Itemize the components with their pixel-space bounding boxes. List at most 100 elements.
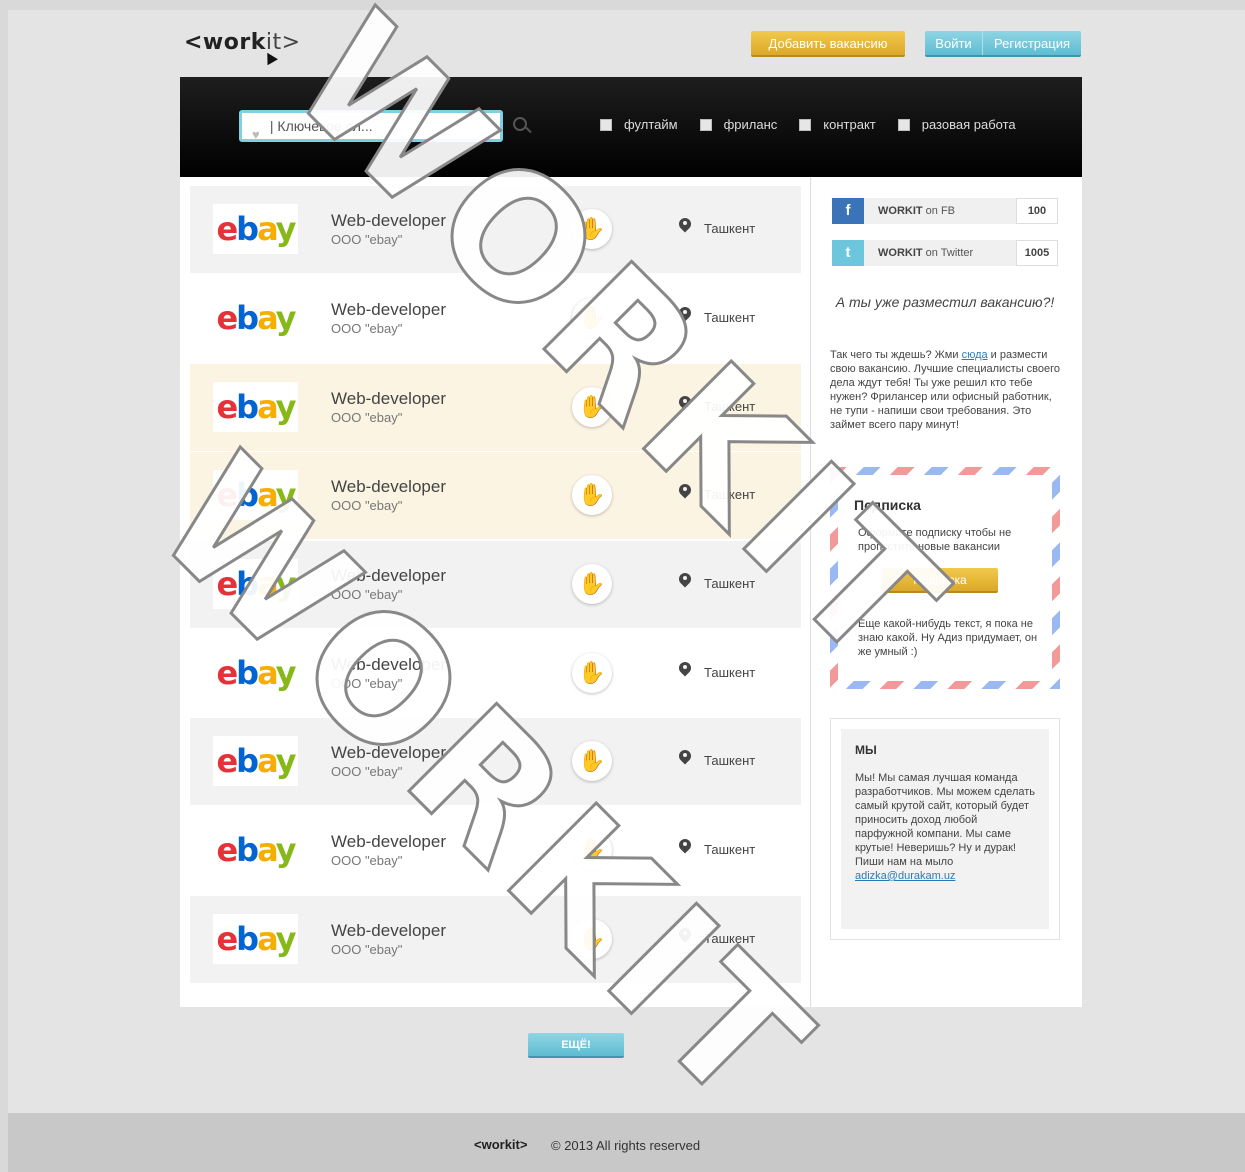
job-title[interactable]: Web-developer [331, 566, 446, 586]
job-title[interactable]: Web-developer [331, 300, 446, 320]
company-name: OOO "ebay" [331, 498, 403, 513]
company-name: OOO "ebay" [331, 410, 403, 425]
hand-icon[interactable]: ✋ [572, 298, 612, 338]
filter-label: фриланс [723, 117, 778, 132]
search-icon[interactable] [513, 117, 527, 131]
search-input[interactable]: ♥ | Ключевое сл... [239, 110, 503, 142]
checkbox[interactable] [600, 118, 612, 131]
column-divider [810, 177, 811, 1007]
job-city: Ташкент [704, 487, 756, 502]
location-pin-icon [679, 218, 691, 234]
location-pin-icon [679, 396, 691, 412]
location-pin-icon [679, 662, 691, 678]
twitter-icon: t [832, 240, 864, 266]
company-logo: ebay [213, 204, 298, 254]
job-city: Ташкент [704, 753, 756, 768]
checkbox[interactable] [897, 118, 910, 131]
job-city: Ташкент [704, 399, 756, 414]
company-logo: ebay [213, 825, 298, 875]
footer-logo[interactable]: <workit> [474, 1137, 527, 1152]
company-logo: ebay [213, 914, 298, 964]
search-placeholder: | Ключевое сл... [269, 118, 373, 134]
company-logo: ebay [213, 470, 298, 520]
job-row[interactable]: ebay Web-developer OOO "ebay" ✋ Ташкент [190, 896, 801, 983]
twitter-label: WORKIT on Twitter [864, 240, 1016, 266]
add-vacancy-button[interactable]: Добавить вакансию [751, 31, 905, 57]
logo-bold-text: <work [184, 30, 266, 55]
promo-text: Так чего ты ждешь? Жми сюда и размести с… [830, 349, 1060, 431]
facebook-icon: f [832, 198, 864, 224]
location-pin-icon [679, 928, 691, 944]
job-city: Ташкент [704, 576, 756, 591]
subscribe-title: Подписка [854, 497, 921, 513]
job-row[interactable]: ebay Web-developer OOO "ebay" ✋ Ташкент [190, 718, 801, 805]
filter-label: разовая работа [921, 117, 1016, 132]
filter-fulltime[interactable]: фултайм [600, 117, 678, 132]
about-email-link[interactable]: adizka@durakam.uz [855, 870, 955, 882]
twitter-count: 1005 [1016, 240, 1058, 266]
filter-label: фултайм [624, 117, 678, 132]
hand-icon[interactable]: ✋ [572, 830, 612, 870]
copyright-text: © 2013 All rights reserved [551, 1138, 701, 1153]
hand-icon[interactable]: ✋ [572, 919, 612, 959]
company-name: OOO "ebay" [331, 853, 403, 868]
auth-button-group: Войти Регистрация [925, 31, 1081, 57]
job-row[interactable]: ebay Web-developer OOO "ebay" ✋ Ташкент [190, 452, 801, 539]
job-city: Ташкент [704, 931, 756, 946]
hand-icon[interactable]: ✋ [572, 653, 612, 693]
promo-link[interactable]: сюда [962, 349, 988, 361]
company-logo: ebay [213, 559, 298, 609]
hand-icon[interactable]: ✋ [572, 741, 612, 781]
footer: <workit> © 2013 All rights reserved [8, 1113, 1245, 1172]
job-row[interactable]: ebay Web-developer OOO "ebay" ✋ Ташкент [190, 275, 801, 362]
hand-icon[interactable]: ✋ [572, 387, 612, 427]
subscribe-note: Еще какой-нибудь текст, я пока не знаю к… [858, 618, 1038, 658]
job-title[interactable]: Web-developer [331, 743, 446, 763]
subscribe-card: Подписка Оформите подписку чтобы не проп… [830, 467, 1060, 689]
job-title[interactable]: Web-developer [331, 832, 446, 852]
job-type-filters: фултайм фриланс контракт разовая работа [600, 117, 1038, 132]
job-city: Ташкент [704, 310, 756, 325]
filter-contract[interactable]: контракт [799, 117, 876, 132]
job-title[interactable]: Web-developer [331, 477, 446, 497]
job-title[interactable]: Web-developer [331, 655, 446, 675]
facebook-label: WORKIT on FB [864, 198, 1016, 224]
job-title[interactable]: Web-developer [331, 211, 446, 231]
login-button[interactable]: Войти [925, 31, 983, 55]
checkbox[interactable] [699, 118, 712, 131]
job-row[interactable]: ebay Web-developer OOO "ebay" ✋ Ташкент [190, 807, 801, 894]
about-card: МЫ Мы! Мы самая лучшая команда разработч… [830, 718, 1060, 940]
job-row[interactable]: ebay Web-developer OOO "ebay" ✋ Ташкент [190, 364, 801, 451]
load-more-button[interactable]: ЕЩЁ! [528, 1033, 624, 1058]
job-row[interactable]: ebay Web-developer OOO "ebay" ✋ Ташкент [190, 630, 801, 717]
company-name: OOO "ebay" [331, 676, 403, 691]
job-city: Ташкент [704, 842, 756, 857]
main-content: ebay Web-developer OOO "ebay" ✋ Ташкент ebay W… [180, 177, 1082, 1007]
hand-icon[interactable]: ✋ [572, 209, 612, 249]
checkbox[interactable] [799, 118, 812, 131]
location-pin-icon [679, 839, 691, 855]
hand-icon[interactable]: ✋ [572, 475, 612, 515]
facebook-widget[interactable]: f WORKIT on FB 100 [832, 198, 1058, 224]
filter-freelance[interactable]: фриланс [699, 117, 778, 132]
subscribe-text: Оформите подписку чтобы не пропустить но… [858, 527, 1012, 553]
register-button[interactable]: Регистрация [983, 31, 1081, 55]
job-title[interactable]: Web-developer [331, 921, 446, 941]
job-city: Ташкент [704, 221, 756, 236]
twitter-widget[interactable]: t WORKIT on Twitter 1005 [832, 240, 1058, 266]
location-pin-icon [679, 573, 691, 589]
promo-title: А ты уже разместил вакансию?! [835, 294, 1055, 310]
company-name: OOO "ebay" [331, 321, 403, 336]
company-name: OOO "ebay" [331, 587, 403, 602]
company-logo: ebay [213, 293, 298, 343]
company-logo: ebay [213, 382, 298, 432]
about-text: Мы! Мы самая лучшая команда разработчико… [855, 772, 1036, 882]
hand-icon[interactable]: ✋ [572, 564, 612, 604]
facebook-count: 100 [1016, 198, 1058, 224]
job-row[interactable]: ebay Web-developer OOO "ebay" ✋ Ташкент [190, 541, 801, 628]
site-logo[interactable]: <workit> [184, 30, 301, 66]
subscribe-button[interactable]: Подписка [882, 568, 998, 593]
filter-one-time[interactable]: разовая работа [897, 117, 1016, 132]
job-title[interactable]: Web-developer [331, 389, 446, 409]
job-row[interactable]: ebay Web-developer OOO "ebay" ✋ Ташкент [190, 186, 801, 273]
